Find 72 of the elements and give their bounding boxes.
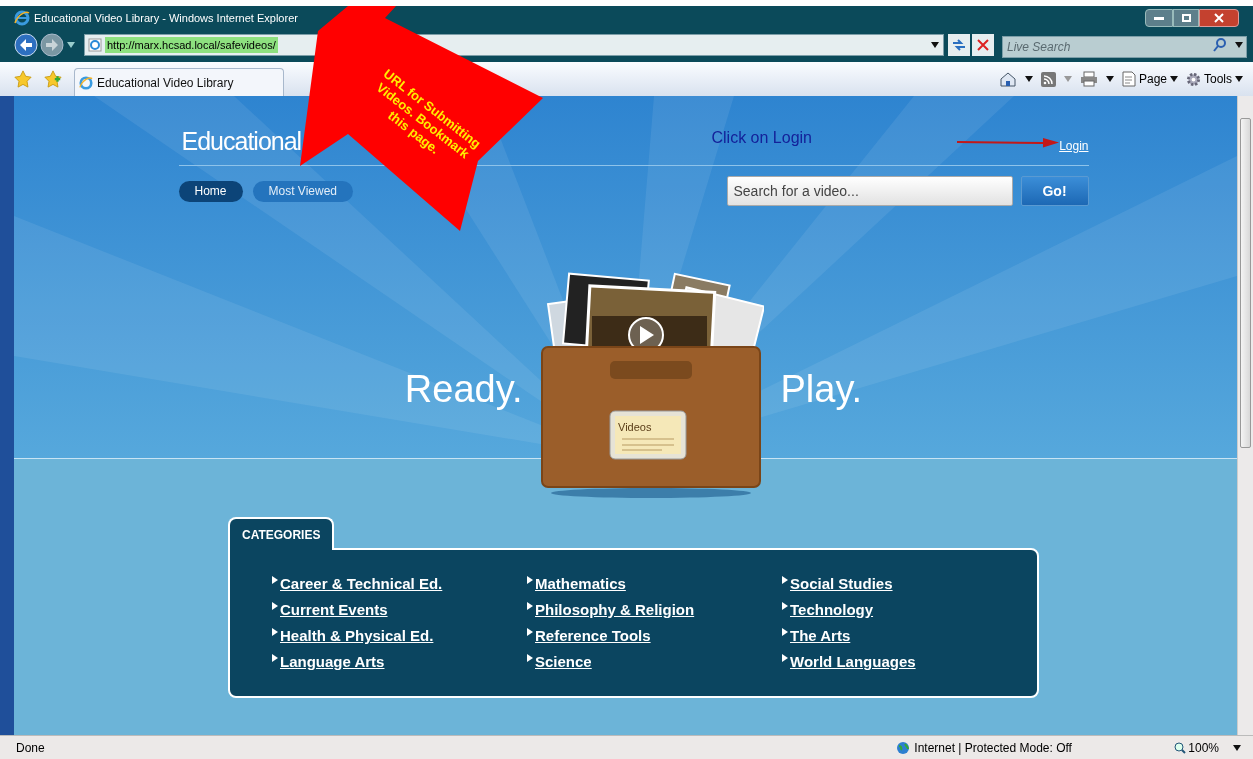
video-search-field[interactable]: Search for a video... [726,176,1013,206]
category-link[interactable]: Current Events [280,600,388,619]
window-title: Educational Video Library - Windows Internet Explorer [34,10,298,26]
bullet-icon [782,654,788,662]
page-menu-icon [1121,71,1136,87]
page-icon [88,38,102,52]
bullet-icon [527,602,533,610]
dropdown-icon[interactable] [1105,76,1114,82]
home-icon[interactable] [998,71,1017,87]
category-link[interactable]: Reference Tools [535,626,651,645]
dropdown-icon[interactable] [1233,744,1241,751]
bullet-icon [782,576,788,584]
category-link[interactable]: Philosophy & Religion [535,600,695,619]
go-button[interactable]: Go! [1020,176,1089,206]
refresh-icon[interactable] [948,34,970,56]
site-title: Educational [181,126,302,157]
add-favorites-icon[interactable] [44,70,62,88]
settings-icon [1186,71,1201,87]
caret-icon [1235,76,1243,82]
search-field[interactable]: Live Search [1002,36,1247,58]
forward-icon[interactable] [40,33,64,57]
annotation-note: Click on Login [711,128,812,148]
bullet-icon [527,628,533,636]
dropdown-icon[interactable] [1235,42,1243,48]
security-zone-text: Internet | Protected Mode: Off [914,739,1073,757]
favorites-star-icon[interactable] [14,70,32,88]
zoom-icon [1174,741,1187,754]
box-label: Videos [618,421,652,433]
bullet-icon [782,628,788,636]
ie-logo-icon [79,75,93,90]
url-text: http://marx.hcsad.local/safevideos/ [105,37,278,53]
status-text: Done [16,739,45,757]
nav-tab[interactable]: Most Viewed [252,180,353,202]
bullet-icon [527,654,533,662]
command-menu-button[interactable]: Tools [1186,70,1243,88]
category-link[interactable]: World Languages [790,652,916,671]
command-menu-button[interactable]: Page [1121,70,1178,88]
dropdown-icon[interactable] [1024,76,1033,82]
stop-icon[interactable] [972,34,994,56]
dropdown-icon[interactable] [931,42,939,48]
category-link[interactable]: Social Studies [790,574,893,593]
scrollbar[interactable] [1237,96,1253,735]
zoom-level[interactable]: 100% [1188,738,1219,757]
category-link[interactable]: Language Arts [280,652,385,671]
category-link[interactable]: Mathematics [535,574,626,593]
nav-tab[interactable]: Home [178,180,243,202]
category-link[interactable]: The Arts [790,626,851,645]
browser-tab[interactable]: Educational Video Library [74,68,284,96]
back-icon[interactable] [14,33,38,57]
feed-icon[interactable] [1040,71,1056,87]
minimize-button[interactable] [1145,9,1173,27]
print-icon[interactable] [1079,71,1098,87]
login-link[interactable]: Login [1059,137,1089,155]
ie-logo-icon [14,10,30,26]
close-icon [1214,13,1224,23]
bullet-icon [782,602,788,610]
close-button[interactable] [1199,9,1239,27]
caret-icon [1170,76,1178,82]
search-icon[interactable] [1213,38,1227,52]
category-link[interactable]: Technology [790,600,874,619]
bullet-icon [272,628,278,636]
restore-button[interactable] [1173,9,1199,27]
category-link[interactable]: Career & Technical Ed. [280,574,443,593]
category-link[interactable]: Science [535,652,592,671]
bullet-icon [272,602,278,610]
hero-text: Play. [780,366,863,412]
category-link[interactable]: Health & Physical Ed. [280,626,434,645]
globe-icon [896,740,911,755]
bullet-icon [272,576,278,584]
bullet-icon [527,576,533,584]
hero-text: Ready. [404,366,523,412]
bullet-icon [272,654,278,662]
